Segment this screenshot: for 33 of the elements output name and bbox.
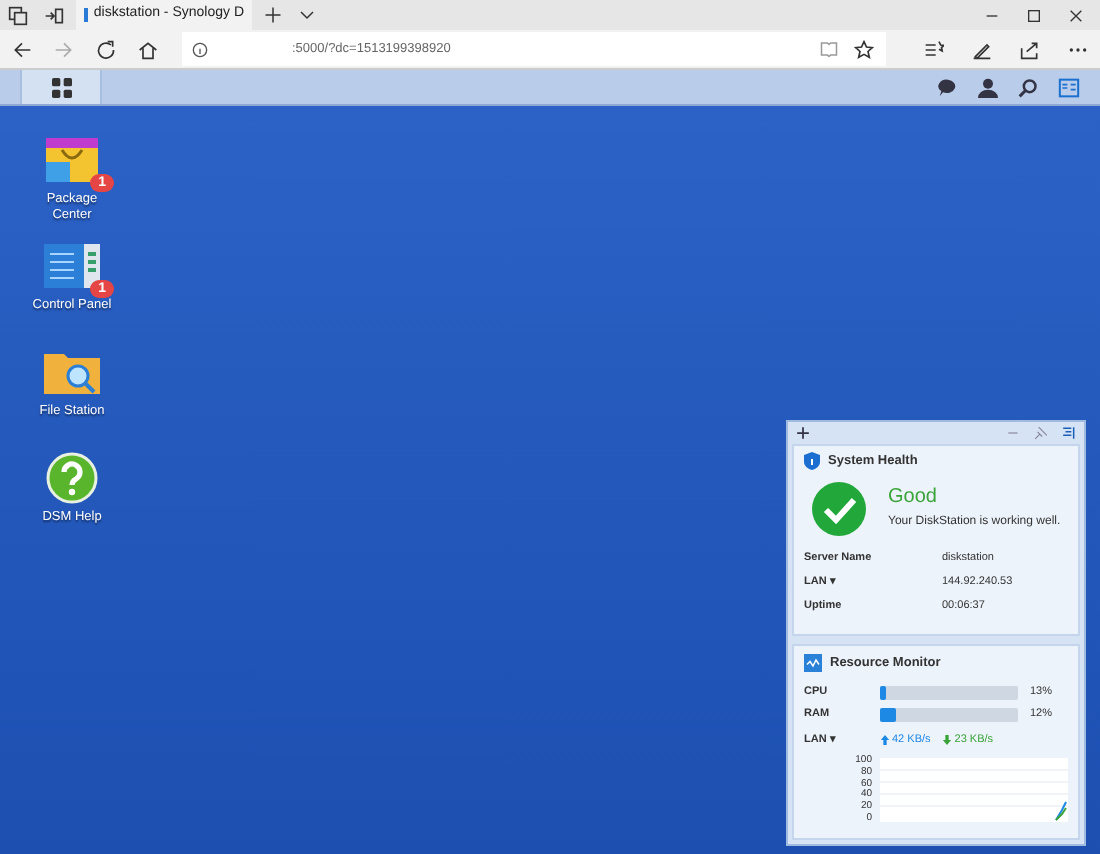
star-icon[interactable] [854,39,874,59]
close-icon[interactable] [1068,7,1084,23]
home-icon[interactable] [138,39,158,59]
back-arrow-icon[interactable] [12,39,32,59]
chat-bubble-icon[interactable] [938,77,958,97]
pen-icon[interactable] [972,39,992,59]
control-panel-icon [42,240,102,292]
tab-aside-icon[interactable] [44,5,64,25]
grid-menu-icon [51,77,71,97]
reading-view-icon[interactable] [820,40,838,58]
help-icon [46,452,98,504]
shopping-bag-icon [42,134,102,186]
checkmark-icon [812,481,866,536]
info-icon [192,41,208,57]
user-icon[interactable] [978,77,998,97]
traffic-line-drawing [1055,801,1067,821]
refresh-icon[interactable] [96,39,116,59]
favorites-list-icon[interactable] [924,39,944,59]
add-icon[interactable] [796,426,810,440]
search-icon[interactable] [1018,77,1038,97]
widgets-icon[interactable] [1058,77,1080,97]
download-arrow-icon [942,733,953,746]
shield-info-icon [804,452,820,471]
maximize-icon[interactable] [1026,7,1042,23]
tabs-icon[interactable] [8,5,28,25]
chevron-down-icon[interactable] [298,6,316,24]
monitor-icon [804,654,822,673]
upload-arrow-icon [880,733,890,746]
health-status: Good [888,485,939,510]
new-tab-icon[interactable] [264,6,282,24]
panel-toggle-icon[interactable] [1062,426,1076,440]
main-menu-button[interactable] [20,70,102,104]
share-icon[interactable] [1020,39,1040,59]
